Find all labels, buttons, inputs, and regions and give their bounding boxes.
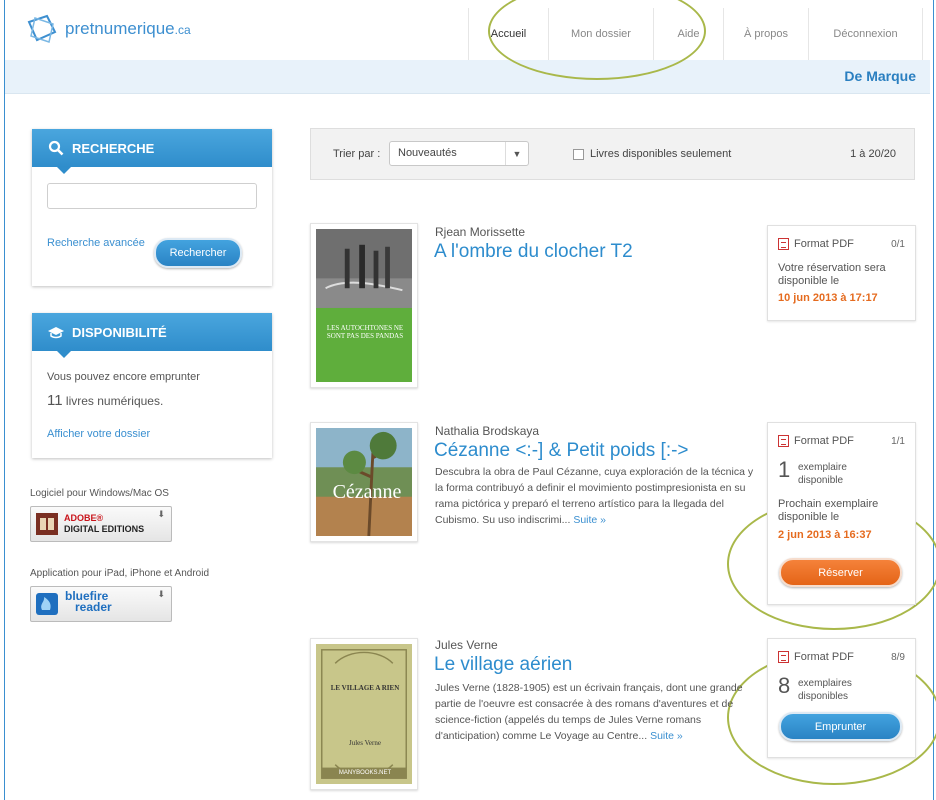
search-button[interactable]: Rechercher	[154, 238, 242, 268]
book-author-2[interactable]: Nathalia Brodskaya	[435, 424, 539, 438]
bluefire-badge-line2: reader	[75, 600, 112, 614]
book-format-2: Format PDF	[778, 435, 854, 447]
sort-label: Trier par :	[333, 148, 381, 160]
search-panel: RECHERCHE Recherche avancée Rechercher	[32, 129, 272, 286]
download-arrow-icon: ⬇	[157, 509, 165, 519]
book-description-3: Jules Verne (1828-1905) est un écrivain …	[435, 680, 760, 744]
sort-select[interactable]: Nouveautés ▼	[389, 141, 529, 166]
book-next-label-2: Prochain exemplaire disponible le	[778, 498, 879, 523]
book-availability-2: Format PDF 1/1 1 exemplaire disponible P…	[767, 422, 916, 605]
book-cover-footer-3: MANYBOOKS.NET	[338, 770, 392, 776]
logo-text-main: pret	[65, 19, 95, 38]
book-available-count-3: 8	[778, 673, 791, 698]
adobe-digital-editions-badge[interactable]: ADOBE® DIGITAL EDITIONS ⬇	[30, 506, 172, 542]
book-cover-3[interactable]: LE VILLAGE A RIEN Jules Verne MANYBOOKS.…	[310, 638, 418, 790]
book-author-3[interactable]: Jules Verne	[435, 638, 498, 652]
nav-mon-dossier[interactable]: Mon dossier	[548, 8, 653, 60]
sub-bar: De Marque	[5, 60, 930, 94]
search-panel-title: RECHERCHE	[72, 140, 155, 156]
pdf-icon	[778, 435, 789, 447]
book-format-label-3: Format PDF	[794, 651, 854, 663]
book-author-1[interactable]: Rjean Morissette	[435, 225, 525, 239]
book-date-2: 2 jun 2013 à 16:37	[778, 529, 872, 541]
search-input[interactable]	[47, 183, 257, 209]
book-available-text-3: exemplaires disponibles	[798, 678, 852, 702]
book-copies-2: 1/1	[891, 436, 905, 447]
nav-deconnexion[interactable]: Déconnexion	[808, 8, 923, 60]
book-copies-1: 0/1	[891, 239, 905, 250]
adobe-badge-line1: ADOBE®	[64, 513, 104, 523]
availability-panel: DISPONIBILITÉ Vous pouvez encore emprunt…	[32, 313, 272, 458]
book-description-text-3: Jules Verne (1828-1905) est un écrivain …	[435, 682, 743, 742]
bluefire-reader-badge[interactable]: bluefire reader ⬇	[30, 586, 172, 622]
desktop-software-label: Logiciel pour Windows/Mac OS	[30, 488, 169, 499]
book-more-link-2[interactable]: Suite »	[573, 514, 606, 526]
availability-panel-header: DISPONIBILITÉ	[32, 313, 272, 358]
download-arrow-icon: ⬇	[157, 589, 165, 599]
book-title-2[interactable]: Cézanne <:-] & Petit poids [:->	[434, 440, 689, 462]
book-copies-3: 8/9	[891, 652, 905, 663]
logo-text-tld: .ca	[174, 23, 191, 37]
available-only-label[interactable]: Livres disponibles seulement	[590, 148, 731, 160]
availability-unit: livres numériques.	[65, 394, 164, 408]
availability-intro: Vous pouvez encore emprunter	[47, 371, 200, 383]
book-cover-author-3: Jules Verne	[349, 739, 381, 747]
pdf-icon	[778, 651, 789, 663]
chevron-down-icon: ▼	[505, 142, 528, 165]
available-only-checkbox[interactable]	[573, 149, 584, 160]
book-cover-image-1	[316, 229, 412, 382]
bluefire-logo-icon	[36, 593, 58, 615]
availability-count: 11	[47, 392, 63, 409]
results-count: 1 à 20/20	[850, 148, 896, 160]
sort-selected-value: Nouveautés	[398, 147, 457, 159]
book-more-link-3[interactable]: Suite »	[650, 730, 683, 742]
logo-icon	[27, 14, 57, 43]
nav-a-propos[interactable]: À propos	[723, 8, 808, 60]
nav-accueil[interactable]: Accueil	[468, 8, 548, 60]
book-format-3: Format PDF	[778, 651, 854, 663]
book-status-1: Votre réservation sera disponible le	[778, 262, 886, 287]
search-panel-header: RECHERCHE	[32, 129, 272, 174]
advanced-search-link[interactable]: Recherche avancée	[47, 237, 145, 249]
book-format-label-1: Format PDF	[794, 238, 854, 250]
book-format-1: Format PDF	[778, 238, 854, 250]
book-title-1[interactable]: A l'ombre du clocher T2	[434, 241, 633, 263]
adobe-badge-line2: DIGITAL EDITIONS	[64, 524, 145, 534]
book-cover-title-3: LE VILLAGE A RIEN	[330, 684, 400, 692]
book-availability-3: Format PDF 8/9 8 exemplaires disponibles…	[767, 638, 916, 758]
view-account-link[interactable]: Afficher votre dossier	[47, 428, 150, 440]
top-bar: pretnumerique.ca Accueil Mon dossier Aid…	[5, 0, 930, 61]
nav-aide[interactable]: Aide	[653, 8, 723, 60]
book-format-label-2: Format PDF	[794, 435, 854, 447]
mobile-software-label: Application pour iPad, iPhone et Android	[30, 568, 210, 579]
book-cover-text-2: Cézanne	[332, 481, 402, 503]
book-available-text-2: exemplaire disponible	[798, 462, 847, 486]
search-icon	[48, 140, 64, 156]
pdf-icon	[778, 238, 789, 250]
brand-de-marque[interactable]: De Marque	[844, 68, 916, 84]
sort-bar: Trier par : Nouveautés ▼ Livres disponib…	[310, 128, 915, 180]
book-cover-2[interactable]: Cézanne	[310, 422, 418, 542]
borrow-button[interactable]: Emprunter	[779, 712, 902, 741]
book-date-1: 10 jun 2013 à 17:17	[778, 292, 878, 304]
book-cover-image-3	[316, 644, 412, 784]
book-description-2: Descubra la obra de Paul Cézanne, cuya e…	[435, 464, 760, 528]
book-cover-1[interactable]: LES AUTOCHTONES NE SONT PAS DES PANDAS	[310, 223, 418, 388]
availability-count-line: 11 livres numériques.	[47, 392, 163, 409]
site-logo[interactable]: pretnumerique.ca	[25, 14, 191, 44]
main-nav: Accueil Mon dossier Aide À propos Déconn…	[468, 8, 923, 60]
adobe-book-icon	[36, 513, 58, 535]
book-availability-1: Format PDF 0/1 Votre réservation sera di…	[767, 225, 916, 321]
book-title-3[interactable]: Le village aérien	[434, 654, 572, 676]
availability-panel-title: DISPONIBILITÉ	[72, 324, 167, 340]
graduation-cap-icon	[48, 327, 64, 339]
logo-text-bold: numerique	[94, 19, 175, 38]
book-available-count-2: 1	[778, 457, 791, 482]
reserve-button[interactable]: Réserver	[779, 558, 902, 587]
book-cover-text-1: LES AUTOCHTONES NE SONT PAS DES PANDAS	[326, 324, 404, 340]
